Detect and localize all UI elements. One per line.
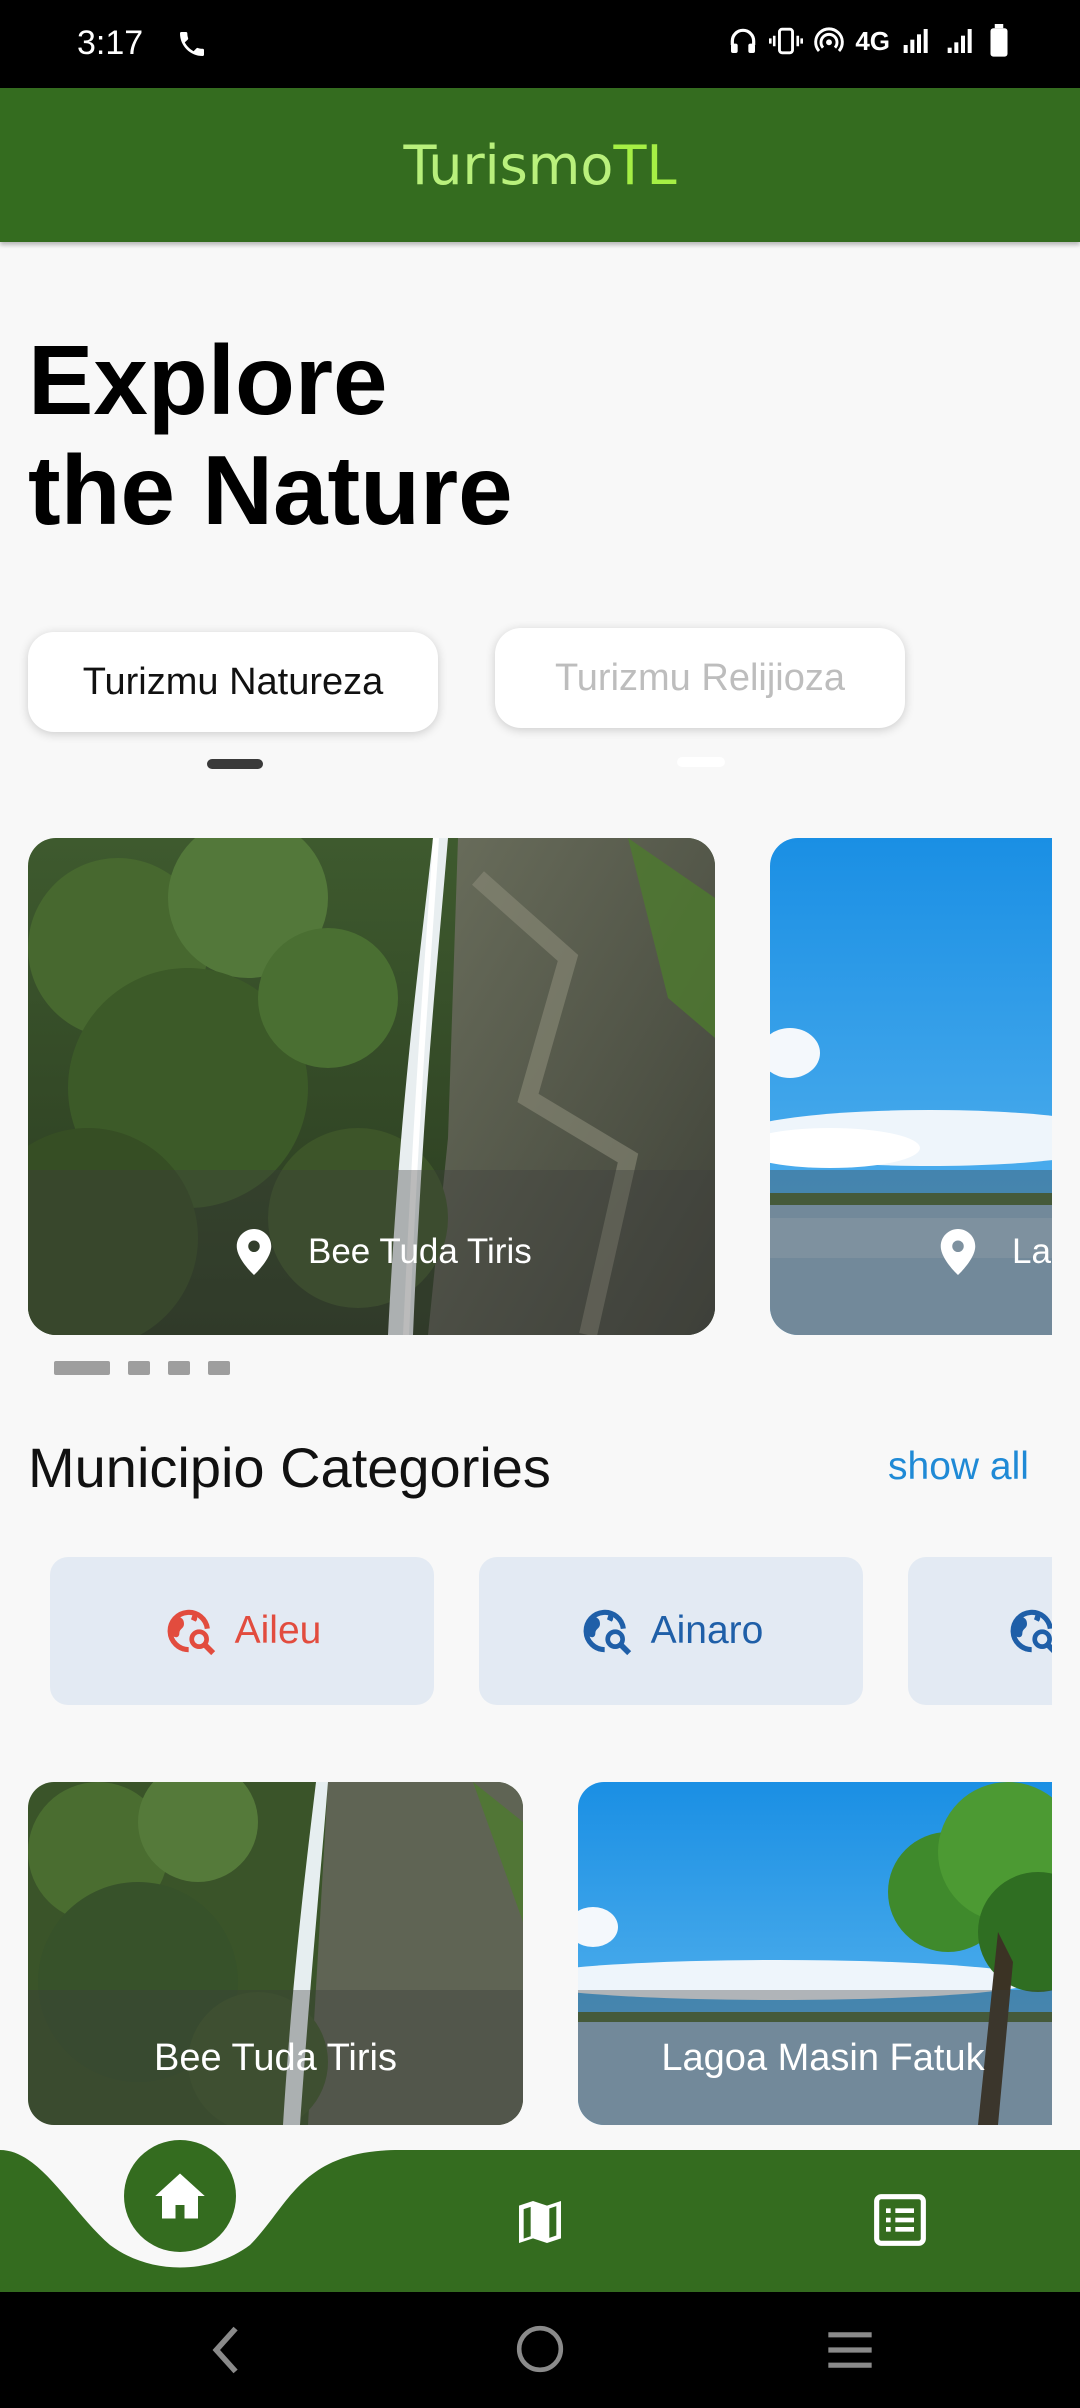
nav-home-button[interactable]: [124, 2140, 236, 2252]
back-icon[interactable]: [212, 2324, 242, 2376]
page-dot: [128, 1361, 150, 1375]
phone-call-icon: [180, 32, 204, 56]
location-pin-icon: [236, 1229, 272, 1275]
carousel-card-lagoa[interactable]: La: [770, 838, 1052, 1335]
location-pin-icon: [940, 1229, 976, 1275]
destination-tiles[interactable]: Bee Tuda Tiris Lagoa Masin Fatuk: [0, 1782, 1052, 2125]
tab-turizmu-relijioza[interactable]: Turizmu Relijioza: [495, 628, 905, 728]
app-title-part1: Turismo: [403, 133, 614, 197]
battery-icon: [990, 24, 1008, 57]
section-title: Municipio Categories: [28, 1436, 551, 1499]
card-title: Bee Tuda Tiris: [308, 1232, 532, 1271]
home-icon: [155, 2173, 205, 2219]
travel-explore-icon: [167, 1609, 215, 1656]
tab-turizmu-natureza[interactable]: Turizmu Natureza: [28, 632, 438, 732]
headphones-icon: [731, 28, 756, 53]
chip-ainaro[interactable]: Ainaro: [479, 1557, 863, 1705]
chip-partial[interactable]: [908, 1557, 1052, 1705]
chip-label: Ainaro: [650, 1609, 764, 1652]
travel-explore-icon: [583, 1609, 631, 1656]
status-bar: 3:17 4G: [0, 0, 1080, 88]
tile-title: Lagoa Masin Fatuk: [661, 2037, 985, 2079]
tile-lagoa-masin-fatuk[interactable]: Lagoa Masin Fatuk: [578, 1782, 1052, 2125]
tab-indicator-inactive: [677, 757, 725, 767]
carousel-page-indicator: [54, 1361, 230, 1375]
system-nav-bar: [0, 2292, 1080, 2408]
hero-line-2: the Nature: [28, 435, 513, 545]
card-label: La: [940, 1229, 1051, 1275]
hotspot-icon: [814, 27, 845, 52]
chip-label: Aileu: [234, 1609, 322, 1652]
page-dot: [168, 1361, 190, 1375]
chip-aileu[interactable]: Aileu: [50, 1557, 434, 1705]
map-icon[interactable]: [512, 2194, 568, 2250]
card-label: Bee Tuda Tiris: [236, 1229, 532, 1275]
app-title-part2: TL: [613, 133, 677, 197]
status-time: 3:17: [77, 24, 144, 62]
hero-line-1: Explore: [28, 325, 388, 435]
tile-bee-tuda-tiris[interactable]: Bee Tuda Tiris: [28, 1782, 523, 2125]
card-title: La: [1012, 1232, 1051, 1271]
tab-indicator-active: [207, 759, 263, 769]
carousel-card-bee-tuda-tiris[interactable]: Bee Tuda Tiris: [28, 838, 715, 1335]
recents-menu-icon[interactable]: [824, 2328, 876, 2372]
home-circle-icon[interactable]: [515, 2324, 565, 2374]
page-dot-active: [54, 1361, 110, 1375]
app-bar: TurismoTL: [0, 88, 1080, 242]
page-dot: [208, 1361, 230, 1375]
signal-icon-2: [947, 29, 972, 53]
featured-carousel[interactable]: Bee Tuda Tiris La: [0, 838, 1052, 1335]
travel-explore-icon: [1010, 1609, 1052, 1653]
vibrate-icon: [769, 27, 804, 55]
app-title: TurismoTL: [403, 134, 676, 197]
municipio-chips[interactable]: Aileu Ainaro: [0, 1557, 1052, 1705]
list-icon[interactable]: [872, 2192, 928, 2248]
signal-icon: [903, 29, 928, 53]
status-icons: 4G: [727, 24, 1010, 58]
network-type: 4G: [855, 25, 890, 56]
show-all-link[interactable]: show all: [888, 1445, 1029, 1489]
tile-title: Bee Tuda Tiris: [154, 2037, 397, 2079]
hero-title: Explore the Nature: [28, 325, 513, 545]
